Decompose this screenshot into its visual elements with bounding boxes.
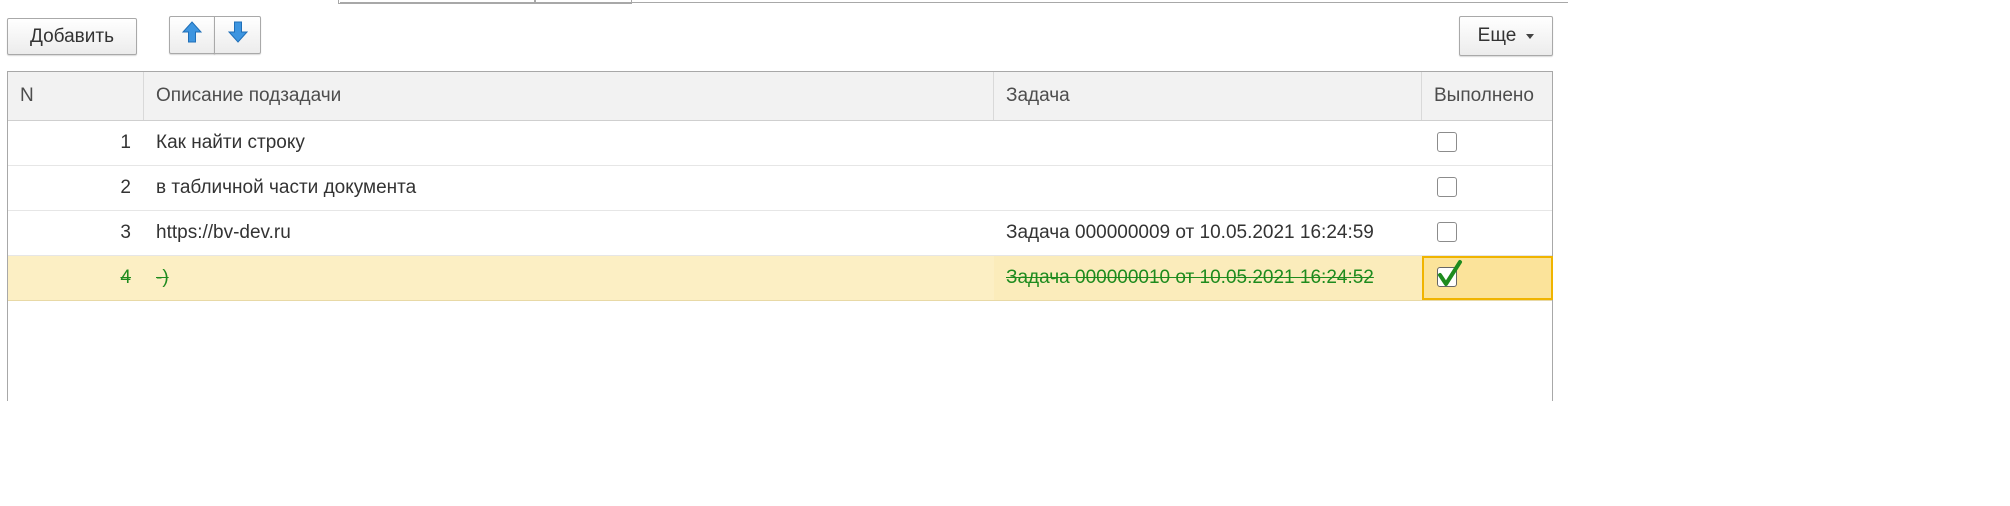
table-row[interactable]: 3 https://bv-dev.ru Задача 000000009 от … <box>8 211 1552 256</box>
more-button-label: Еще <box>1477 25 1517 46</box>
row-task[interactable]: Задача 000000010 от 10.05.2021 16:24:52 <box>994 256 1422 300</box>
table-header: N Описание подзадачи Задача Выполнено <box>8 72 1552 121</box>
row-done-cell-focused[interactable] <box>1422 256 1553 300</box>
row-done-cell[interactable] <box>1422 121 1553 165</box>
row-number: 2 <box>120 177 131 198</box>
row-done-cell[interactable] <box>1422 166 1553 210</box>
row-description[interactable]: https://bv-dev.ru <box>144 211 994 255</box>
move-up-button[interactable] <box>169 16 215 54</box>
row-number: 1 <box>120 132 131 153</box>
row-task[interactable]: Задача 000000009 от 10.05.2021 16:24:59 <box>994 211 1422 255</box>
tab-active[interactable] <box>0 0 339 3</box>
column-header-n[interactable]: N <box>8 72 144 120</box>
row-description[interactable]: Как найти строку <box>144 121 994 165</box>
column-header-task[interactable]: Задача <box>994 72 1422 120</box>
chevron-down-icon <box>1526 33 1535 39</box>
row-task[interactable] <box>994 166 1422 210</box>
add-button[interactable]: Добавить <box>7 18 137 55</box>
add-button-label: Добавить <box>30 25 114 47</box>
done-checkbox[interactable] <box>1437 132 1457 152</box>
table-row[interactable]: 2 в табличной части документа <box>8 166 1552 211</box>
row-description[interactable]: в табличной части документа <box>144 166 994 210</box>
more-button[interactable]: Еще <box>1459 16 1553 56</box>
tab[interactable] <box>338 0 536 4</box>
subtasks-table[interactable]: N Описание подзадачи Задача Выполнено 1 … <box>7 71 1553 401</box>
done-checkbox[interactable] <box>1437 177 1457 197</box>
row-number: 3 <box>120 222 131 243</box>
row-description[interactable]: -) <box>144 256 994 300</box>
row-done-cell[interactable] <box>1422 211 1553 255</box>
row-task[interactable] <box>994 121 1422 165</box>
table-row[interactable]: 1 Как найти строку <box>8 121 1552 166</box>
done-checkbox[interactable] <box>1437 222 1457 242</box>
move-down-button[interactable] <box>214 16 261 54</box>
tab-strip <box>0 0 1568 4</box>
row-number: 4 <box>120 267 131 288</box>
column-header-description[interactable]: Описание подзадачи <box>144 72 994 120</box>
arrow-up-icon <box>181 21 203 49</box>
table-row-selected[interactable]: 4 -) Задача 000000010 от 10.05.2021 16:2… <box>8 256 1553 301</box>
column-header-done[interactable]: Выполнено <box>1422 72 1553 120</box>
arrow-down-icon <box>227 21 248 49</box>
done-checkbox-checked[interactable] <box>1437 260 1462 287</box>
checkmark-icon <box>1438 260 1462 286</box>
tab[interactable] <box>534 0 632 4</box>
